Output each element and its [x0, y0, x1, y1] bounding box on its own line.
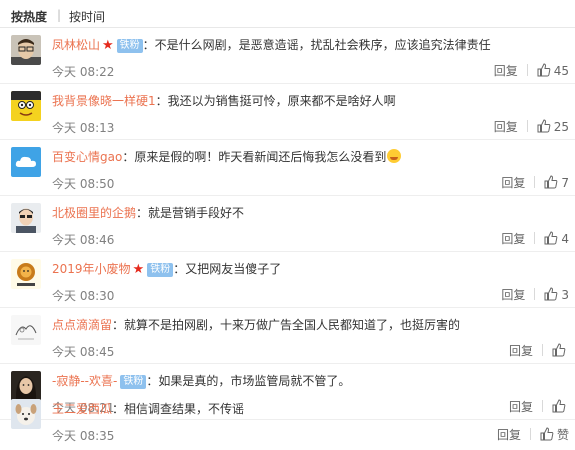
comment-line: 点点滴滴留：就算不是拍网剧，十来万做广告全国人民都知道了，也挺厉害的 — [52, 316, 460, 334]
thumbs-up-icon — [540, 427, 554, 441]
comment-text: ：又把网友当傻子了 — [173, 262, 282, 276]
action-divider — [534, 288, 536, 300]
reply-button[interactable]: 回复 — [494, 62, 518, 79]
dog-avatar-icon[interactable] — [11, 399, 41, 429]
username-link[interactable]: 王二爱西瓜 — [52, 402, 112, 416]
thumbs-up-icon — [544, 231, 558, 245]
comment-text: ：相信调查结果，不传谣 — [112, 402, 245, 416]
comment-time: 今天 08:30 — [52, 289, 115, 303]
comment-line: 百变心情gao：原来是假的啊！昨天看新闻还后悔我怎么没看到 — [52, 148, 402, 166]
comment-time: 今天 08:46 — [52, 233, 115, 247]
like-count: 4 — [561, 232, 569, 246]
comment-item: 点点滴滴留：就算不是拍网剧，十来万做广告全国人民都知道了，也挺厉害的 今天 08… — [0, 308, 575, 364]
like-count: 3 — [561, 288, 569, 302]
like-button[interactable]: 7 — [544, 175, 569, 190]
comment-actions: 回复 7 — [501, 174, 569, 190]
username-link[interactable]: 百变心情gao — [52, 150, 122, 164]
reply-button[interactable]: 回复 — [501, 286, 525, 303]
comment-line: 2019年小废物 ★ 铁粉 ：又把网友当傻子了 — [52, 260, 281, 278]
action-divider — [526, 120, 528, 132]
comment-item: 凤林松山 ★ 铁粉 ：不是什么网剧，是恶意造谣，扰乱社会秩序，应该追究法律责任 今天 … — [0, 28, 575, 84]
sort-by-time-tab[interactable]: 按时间 — [69, 8, 105, 25]
comment-item: 2019年小废物 ★ 铁粉 ：又把网友当傻子了 今天 08:30 回复 3 — [0, 252, 575, 308]
username-link[interactable]: 我背景像晓一样硬1 — [52, 94, 156, 108]
comment-text: ：如果是真的，市场监管局就不管了。 — [146, 374, 351, 388]
lion-avatar-icon[interactable] — [11, 259, 41, 289]
fan-badge[interactable]: 铁粉 — [116, 39, 143, 53]
username-link[interactable]: 2019年小废物 — [52, 262, 131, 276]
comment-line: 凤林松山 ★ 铁粉 ：不是什么网剧，是恶意造谣，扰乱社会秩序，应该追究法律责任 — [52, 36, 491, 54]
reply-button[interactable]: 回复 — [501, 230, 525, 247]
sort-separator: | — [57, 8, 62, 22]
comment-line: 北极圈里的企鹅：就是营销手段好不 — [52, 204, 244, 222]
comment-time: 今天 08:45 — [52, 345, 115, 359]
thumbs-up-icon — [537, 63, 551, 77]
comment-item: 王二爱西瓜：相信调查结果，不传谣 今天 08:35 回复 赞 — [0, 392, 575, 448]
comment-line: 王二爱西瓜：相信调查结果，不传谣 — [52, 400, 244, 418]
username-link[interactable]: 凤林松山 — [52, 38, 100, 52]
fan-badge[interactable]: 铁粉 — [147, 263, 174, 277]
comment-item: 百变心情gao：原来是假的啊！昨天看新闻还后悔我怎么没看到 今天 08:50 回… — [0, 140, 575, 196]
like-button[interactable] — [552, 343, 569, 358]
comment-actions: 回复 3 — [501, 286, 569, 302]
cartoon-avatar-icon[interactable] — [11, 91, 41, 121]
like-button[interactable]: 45 — [537, 63, 569, 78]
star-icon: ★ — [132, 262, 145, 277]
like-count: 赞 — [556, 428, 569, 442]
comment-actions: 回复 — [509, 342, 569, 358]
comment-time: 今天 08:13 — [52, 121, 115, 135]
like-count: 25 — [553, 120, 569, 134]
action-divider — [529, 428, 531, 440]
like-button[interactable]: 3 — [544, 287, 569, 302]
comment-time: 今天 08:50 — [52, 177, 115, 191]
sketch-avatar-icon[interactable] — [11, 315, 41, 345]
thumbs-up-icon — [552, 343, 566, 357]
comment-item: 北极圈里的企鹅：就是营销手段好不 今天 08:46 回复 4 — [0, 196, 575, 252]
thumbs-up-icon — [544, 287, 558, 301]
comment-actions: 回复 赞 — [497, 426, 569, 442]
reply-button[interactable]: 回复 — [501, 174, 525, 191]
laughing-emoji-icon — [387, 149, 402, 163]
action-divider — [534, 232, 536, 244]
action-divider — [542, 344, 543, 356]
cloud-avatar-icon[interactable] — [11, 147, 41, 177]
star-icon: ★ — [102, 38, 114, 53]
action-divider — [534, 176, 536, 188]
reply-button[interactable]: 回复 — [497, 426, 521, 443]
person-avatar-icon[interactable] — [11, 203, 41, 233]
comment-actions: 回复 4 — [501, 230, 569, 246]
reply-button[interactable]: 回复 — [509, 342, 533, 359]
comment-item: 我背景像晓一样硬1：我还以为销售挺可怜，原来都不是啥好人啊 今天 08:13 回… — [0, 84, 575, 140]
man-glasses-avatar-icon[interactable] — [11, 35, 41, 65]
like-button[interactable]: 25 — [537, 119, 569, 134]
sort-bar: 按热度 | 按时间 — [0, 0, 575, 28]
username-link[interactable]: 点点滴滴留 — [52, 318, 112, 332]
comment-line: 我背景像晓一样硬1：我还以为销售挺可怜，原来都不是啥好人啊 — [52, 92, 396, 110]
thumbs-up-icon — [544, 175, 558, 189]
sort-by-hot-tab[interactable]: 按热度 — [11, 8, 47, 25]
like-button[interactable]: 赞 — [540, 426, 569, 443]
thumbs-up-icon — [537, 119, 551, 133]
fan-badge[interactable]: 铁粉 — [120, 375, 147, 389]
comment-text: ：我还以为销售挺可怜，原来都不是啥好人啊 — [155, 94, 396, 108]
reply-button[interactable]: 回复 — [494, 118, 518, 135]
like-count: 45 — [553, 64, 569, 78]
comment-actions: 回复 45 — [494, 62, 569, 78]
comment-actions: 回复 25 — [494, 118, 569, 134]
comment-time: 今天 08:35 — [52, 429, 115, 443]
comment-time: 今天 08:22 — [52, 65, 115, 79]
comment-text: ：原来是假的啊！昨天看新闻还后悔我怎么没看到 — [122, 150, 387, 164]
comment-line: -寂静--欢喜- 铁粉 ：如果是真的，市场监管局就不管了。 — [52, 372, 350, 390]
comment-text: ：不是什么网剧，是恶意造谣，扰乱社会秩序，应该追究法律责任 — [142, 38, 491, 52]
username-link[interactable]: 北极圈里的企鹅 — [52, 206, 136, 220]
comment-text: ：就算不是拍网剧，十来万做广告全国人民都知道了，也挺厉害的 — [112, 318, 461, 332]
like-button[interactable]: 4 — [544, 231, 569, 246]
comment-text: ：就是营销手段好不 — [136, 206, 245, 220]
like-count: 7 — [561, 176, 569, 190]
username-link[interactable]: -寂静--欢喜- — [52, 374, 117, 388]
action-divider — [526, 64, 528, 76]
